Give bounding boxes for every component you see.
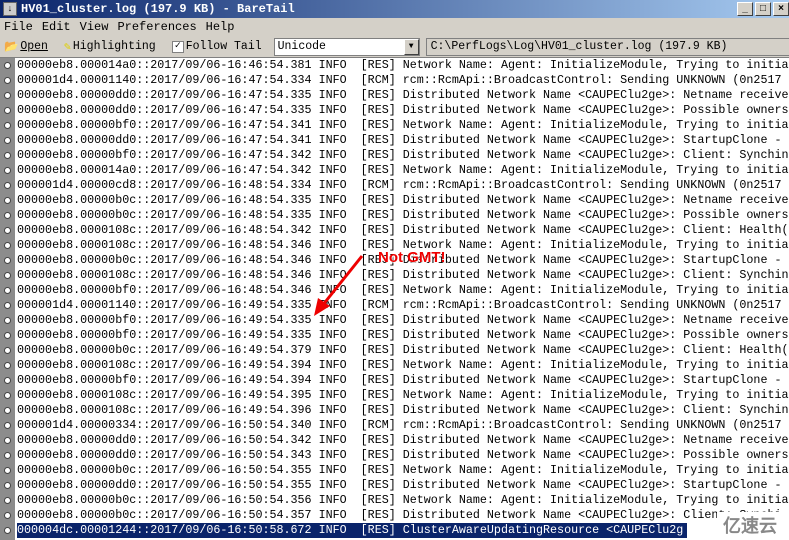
watermark: 亿速云 <box>717 512 783 538</box>
annotation-arrow <box>314 255 364 316</box>
annotation-text: Not GMT! <box>378 249 446 266</box>
